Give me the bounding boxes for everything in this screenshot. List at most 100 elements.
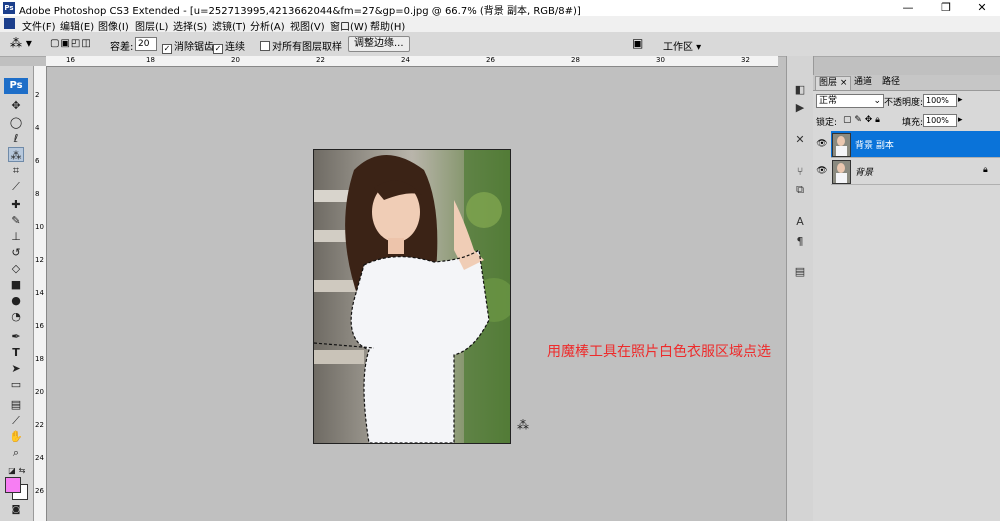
- healing-brush-icon[interactable]: ✚: [8, 197, 24, 212]
- all-layers-label: 对所有图层取样: [272, 42, 342, 53]
- lock-icons[interactable]: ▢ ✎ ✥ 🔒︎: [843, 115, 880, 125]
- magic-wand-preset-icon[interactable]: ⁂ ▾: [10, 36, 32, 50]
- marquee-tool-icon[interactable]: ◯: [8, 115, 24, 130]
- ruler-tick-label: 20: [231, 56, 240, 64]
- clone-stamp-icon[interactable]: ⊥: [8, 229, 24, 244]
- blend-mode-select[interactable]: 正常 ⌄: [816, 94, 884, 108]
- swap-colors-icon[interactable]: ⇆: [14, 463, 30, 478]
- menu-edit[interactable]: 编辑(E): [60, 18, 94, 33]
- eye-icon[interactable]: 👁︎: [816, 165, 828, 177]
- info-panel-icon[interactable]: ▶: [792, 100, 808, 116]
- menu-filter[interactable]: 滤镜(T): [212, 18, 246, 33]
- menu-file[interactable]: 文件(F): [22, 18, 56, 33]
- layer-name: 背景: [855, 168, 874, 178]
- antialias-checkbox[interactable]: ✓ 消除锯齿: [162, 38, 214, 54]
- tab-layers[interactable]: 图层 ×: [815, 76, 852, 90]
- ruler-tick-label: 8: [35, 190, 40, 198]
- blend-mode-value: 正常: [819, 96, 838, 106]
- eraser-tool-icon[interactable]: ◇: [8, 261, 24, 276]
- slice-tool-icon[interactable]: ⟋: [8, 179, 24, 194]
- foreground-color-swatch[interactable]: [5, 477, 21, 493]
- workspace-menu[interactable]: 工作区 ▾: [663, 38, 701, 53]
- opacity-input[interactable]: 100%: [923, 94, 957, 107]
- ruler-tick-label: 24: [401, 56, 410, 64]
- menu-bar: 文件(F) 编辑(E) 图像(I) 图层(L) 选择(S) 滤镜(T) 分析(A…: [0, 16, 1000, 33]
- instruction-caption: 用魔棒工具在照片白色衣服区域点选: [547, 344, 771, 360]
- menu-help[interactable]: 帮助(H): [370, 18, 405, 33]
- type-tool-icon[interactable]: T: [8, 345, 24, 360]
- magic-wand-tool-icon[interactable]: ⁂: [8, 147, 24, 162]
- tool-presets-icon[interactable]: ✕: [792, 132, 808, 148]
- tolerance-label: 容差:: [110, 42, 134, 53]
- fill-input[interactable]: 100%: [923, 114, 957, 127]
- fill-arrow-icon[interactable]: ▸: [958, 115, 963, 125]
- paragraph-panel-icon[interactable]: ¶: [792, 234, 808, 250]
- menu-analysis[interactable]: 分析(A): [250, 18, 285, 33]
- tolerance-input[interactable]: 20: [135, 37, 157, 51]
- menu-layer[interactable]: 图层(L): [135, 18, 168, 33]
- opacity-arrow-icon[interactable]: ▸: [958, 95, 963, 105]
- menu-select[interactable]: 选择(S): [173, 18, 207, 33]
- antialias-label: 消除锯齿: [174, 42, 214, 53]
- maximize-button[interactable]: ❐: [928, 0, 964, 16]
- eye-icon[interactable]: 👁︎: [816, 138, 828, 150]
- move-tool-icon[interactable]: ✥: [8, 98, 24, 113]
- navigator-panel-icon[interactable]: ◧: [792, 82, 808, 98]
- dodge-tool-icon[interactable]: ◔: [8, 309, 24, 324]
- ruler-tick-label: 2: [35, 91, 40, 99]
- tab-channels[interactable]: 通道: [851, 76, 875, 89]
- vertical-ruler: 2 4 6 8 10 12 14 16 18 20 22 24 26: [33, 66, 47, 521]
- clone-source-icon[interactable]: ⧉: [792, 182, 808, 198]
- document-photo[interactable]: [313, 149, 511, 444]
- brush-tool-icon[interactable]: ✎: [8, 213, 24, 228]
- all-layers-checkbox[interactable]: 对所有图层取样: [260, 38, 342, 53]
- ruler-tick-label: 18: [35, 355, 44, 363]
- contiguous-label: 连续: [225, 42, 245, 53]
- layer-name: 背景 副本: [855, 141, 894, 151]
- character-panel-icon[interactable]: A: [792, 214, 808, 230]
- magic-wand-cursor-icon: ⁂: [517, 418, 529, 432]
- shape-tool-icon[interactable]: ▭: [8, 377, 24, 392]
- minimize-button[interactable]: —: [890, 0, 926, 16]
- ruler-tick-label: 16: [35, 322, 44, 330]
- layers-panel: 图层 × 通道 路径 正常 ⌄ 不透明度: 100% ▸ 锁定: ▢ ✎ ✥ 🔒︎…: [813, 75, 1000, 521]
- blur-tool-icon[interactable]: ●: [8, 293, 24, 308]
- menu-image[interactable]: 图像(I): [98, 18, 129, 33]
- opacity-label: 不透明度:: [884, 98, 924, 108]
- ruler-tick-label: 20: [35, 388, 44, 396]
- horizontal-ruler: 16 18 20 22 24 26 28 30 32: [46, 56, 778, 67]
- lock-label: 锁定:: [816, 118, 838, 128]
- quick-mask-icon[interactable]: ◙: [8, 503, 24, 518]
- eyedropper-tool-icon[interactable]: ⟋: [8, 413, 24, 428]
- layer-row-background[interactable]: 背景 🔒︎: [831, 158, 1000, 185]
- refine-edge-button[interactable]: 调整边缘...: [348, 36, 410, 52]
- close-button[interactable]: ✕: [964, 0, 1000, 16]
- gradient-tool-icon[interactable]: ■: [8, 277, 24, 292]
- contiguous-checkbox[interactable]: ✓ 连续: [213, 38, 245, 54]
- menu-view[interactable]: 视图(V): [290, 18, 325, 33]
- menu-window[interactable]: 窗口(W): [330, 18, 368, 33]
- window-title: Adobe Photoshop CS3 Extended - [u=252713…: [19, 6, 581, 17]
- ruler-tick-label: 30: [656, 56, 665, 64]
- ruler-tick-label: 12: [35, 256, 44, 264]
- tool-options-bar: ⁂ ▾ ▢▣◰◫ 容差: 20 ✓ 消除锯齿 ✓ 连续 对所有图层取样 调整边缘..…: [0, 32, 1000, 57]
- title-bar: Ps Adobe Photoshop CS3 Extended - [u=252…: [0, 0, 1000, 17]
- zoom-tool-icon[interactable]: ⌕: [8, 445, 24, 460]
- history-brush-icon[interactable]: ↺: [8, 245, 24, 260]
- layer-comps-icon[interactable]: ▤: [792, 264, 808, 280]
- ps-logo[interactable]: Ps: [4, 78, 28, 94]
- notes-tool-icon[interactable]: ▤: [8, 397, 24, 412]
- path-selection-icon[interactable]: ➤: [8, 361, 24, 376]
- layer-row-background-copy[interactable]: 背景 副本: [831, 131, 1000, 158]
- ruler-tick-label: 22: [316, 56, 325, 64]
- lasso-tool-icon[interactable]: ℓ: [8, 131, 24, 146]
- selection-mode-icons[interactable]: ▢▣◰◫: [50, 38, 92, 49]
- brushes-panel-icon[interactable]: ⑂: [792, 164, 808, 180]
- fill-label: 填充:: [902, 118, 924, 128]
- layer-thumbnail: [832, 160, 851, 184]
- pen-tool-icon[interactable]: ✒: [8, 329, 24, 344]
- tab-paths[interactable]: 路径: [879, 76, 903, 89]
- hand-tool-icon[interactable]: ✋: [8, 429, 24, 444]
- bridge-icon[interactable]: ▣: [632, 36, 643, 50]
- crop-tool-icon[interactable]: ⌗: [8, 163, 24, 178]
